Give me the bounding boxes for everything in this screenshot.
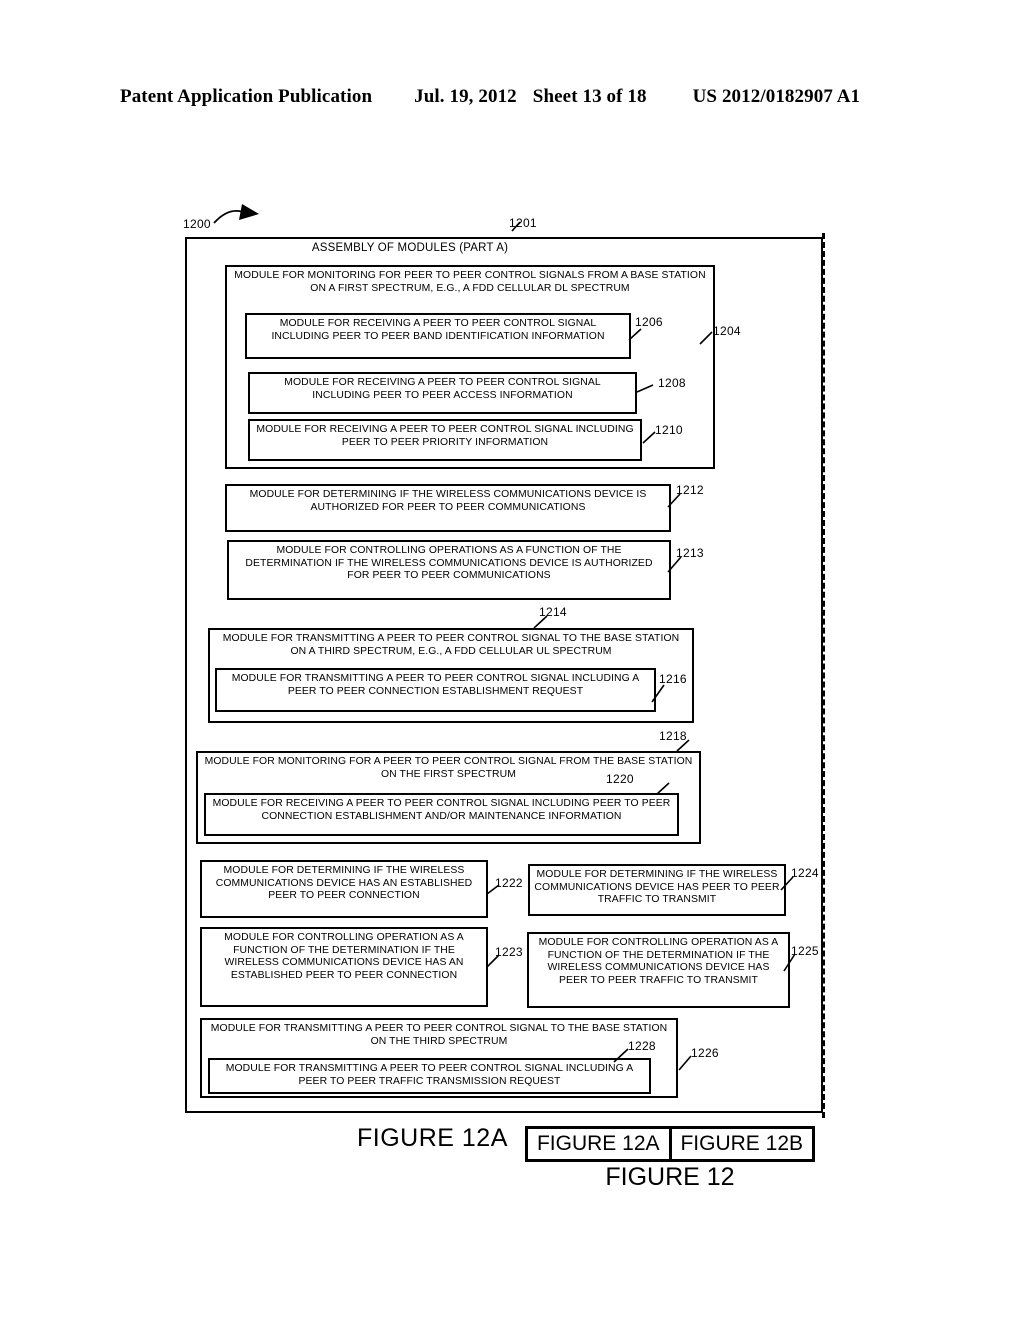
module-1225-label: MODULE FOR CONTROLLING OPERATION AS A FU… (538, 937, 779, 987)
assembly-title: ASSEMBLY OF MODULES (PART A) (311, 242, 509, 254)
module-1223: MODULE FOR CONTROLLING OPERATION AS A FU… (200, 927, 488, 1007)
module-1228-label: MODULE FOR TRANSMITTING A PEER TO PEER C… (225, 1063, 634, 1087)
module-1224: MODULE FOR DETERMINING IF THE WIRELESS C… (528, 864, 786, 916)
key-cell-figure-12a: FIGURE 12A (528, 1129, 672, 1159)
module-1222: MODULE FOR DETERMINING IF THE WIRELESS C… (200, 860, 488, 918)
ref-1223: 1223 (495, 945, 523, 959)
module-1208-label: MODULE FOR RECEIVING A PEER TO PEER CONT… (284, 377, 601, 401)
module-1224-label: MODULE FOR DETERMINING IF THE WIRELESS C… (534, 869, 780, 906)
ref-1222: 1222 (495, 876, 523, 890)
ref-1212: 1212 (676, 483, 704, 497)
module-1228: MODULE FOR TRANSMITTING A PEER TO PEER C… (208, 1058, 651, 1094)
module-1223-label: MODULE FOR CONTROLLING OPERATION AS A FU… (224, 932, 464, 982)
module-1210-label: MODULE FOR RECEIVING A PEER TO PEER CONT… (256, 424, 634, 448)
ref-1220: 1220 (606, 772, 634, 786)
ref-1201: 1201 (509, 216, 537, 230)
module-1214-label: MODULE FOR TRANSMITTING A PEER TO PEER C… (222, 633, 680, 657)
module-1213: MODULE FOR CONTROLLING OPERATIONS AS A F… (227, 540, 671, 600)
ref-1224: 1224 (791, 866, 819, 880)
ref-1206: 1206 (635, 315, 663, 329)
figure-12a-caption: FIGURE 12A (357, 1124, 508, 1152)
reference-arrowhead (239, 204, 259, 220)
module-1216-label: MODULE FOR TRANSMITTING A PEER TO PEER C… (231, 673, 640, 697)
ref-1204: 1204 (713, 324, 741, 338)
module-1210: MODULE FOR RECEIVING A PEER TO PEER CONT… (248, 419, 642, 461)
module-1220-label: MODULE FOR RECEIVING A PEER TO PEER CONT… (212, 798, 671, 822)
ref-1208: 1208 (658, 376, 686, 390)
module-1226-label: MODULE FOR TRANSMITTING A PEER TO PEER C… (210, 1023, 668, 1047)
figure-12-caption: FIGURE 12 (605, 1163, 735, 1191)
module-1222-label: MODULE FOR DETERMINING IF THE WIRELESS C… (215, 865, 473, 902)
ref-1228: 1228 (628, 1039, 656, 1053)
module-1212-label: MODULE FOR DETERMINING IF THE WIRELESS C… (249, 489, 647, 513)
ref-1218: 1218 (659, 729, 687, 743)
ref-1216: 1216 (659, 672, 687, 686)
module-1213-label: MODULE FOR CONTROLLING OPERATIONS AS A F… (245, 545, 653, 582)
module-1225: MODULE FOR CONTROLLING OPERATION AS A FU… (527, 932, 790, 1008)
ref-1213: 1213 (676, 546, 704, 560)
module-1216: MODULE FOR TRANSMITTING A PEER TO PEER C… (215, 668, 656, 712)
figure-12a-drawing: ASSEMBLY OF MODULES (PART A) MODULE FOR … (0, 0, 1024, 1320)
key-cell-figure-12b: FIGURE 12B (680, 1132, 804, 1155)
ref-1226: 1226 (691, 1046, 719, 1060)
ref-1200: 1200 (183, 217, 211, 231)
module-1212: MODULE FOR DETERMINING IF THE WIRELESS C… (225, 484, 671, 532)
module-1206: MODULE FOR RECEIVING A PEER TO PEER CONT… (245, 313, 631, 359)
module-1220: MODULE FOR RECEIVING A PEER TO PEER CONT… (204, 793, 679, 836)
module-1204-label: MODULE FOR MONITORING FOR PEER TO PEER C… (234, 270, 706, 294)
ref-1210: 1210 (655, 423, 683, 437)
ref-1225: 1225 (791, 944, 819, 958)
figure-sheet-key: FIGURE 12A FIGURE 12B (525, 1126, 815, 1162)
ref-1214: 1214 (539, 605, 567, 619)
module-1206-label: MODULE FOR RECEIVING A PEER TO PEER CONT… (271, 318, 605, 342)
module-1208: MODULE FOR RECEIVING A PEER TO PEER CONT… (248, 372, 637, 414)
